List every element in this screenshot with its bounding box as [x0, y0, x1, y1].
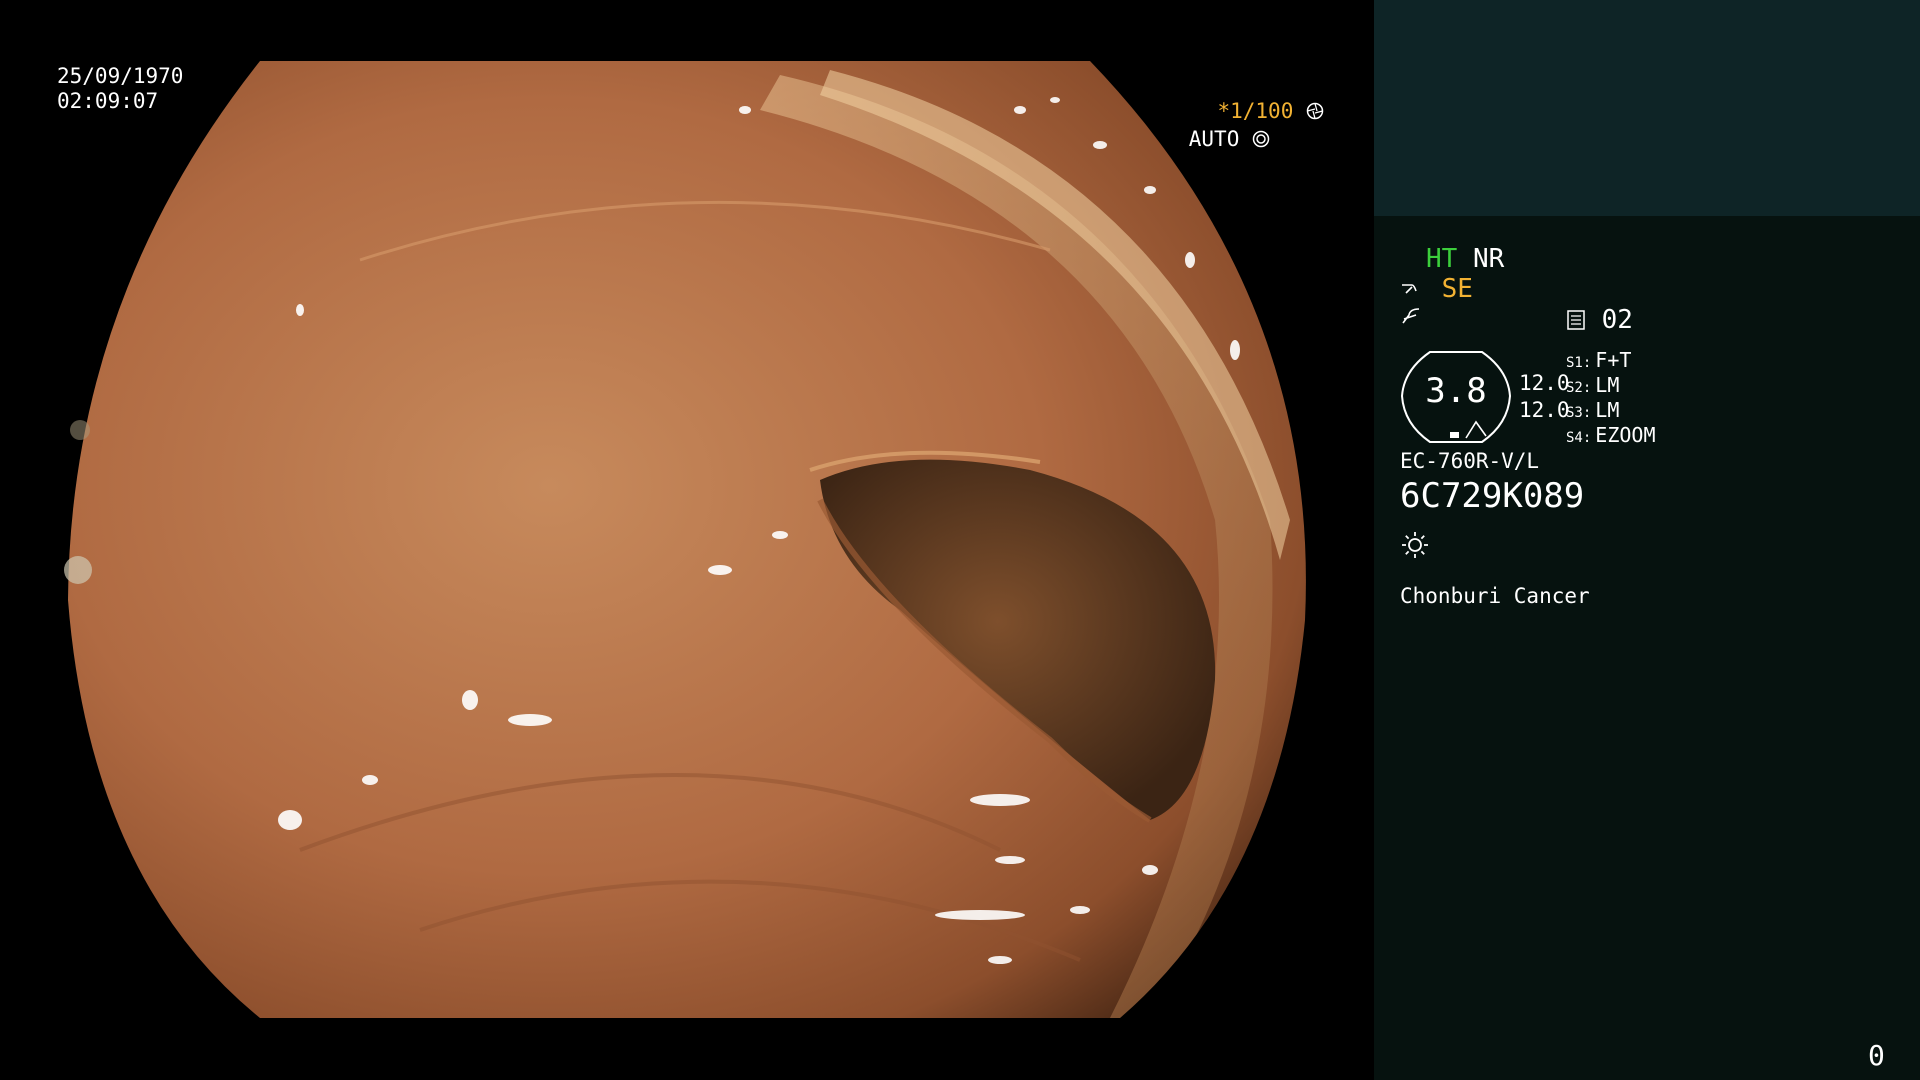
exam-date: 25/09/1970 — [57, 64, 184, 88]
zoom-value-2: 12.0 — [1519, 398, 1570, 422]
switch-1-value: F+T — [1595, 348, 1632, 372]
scope-serial: 6C729K089 — [1400, 476, 1585, 516]
nr-label: NR — [1472, 244, 1505, 274]
lens-flare-spot — [70, 420, 90, 440]
switch-4-label: S4: — [1566, 430, 1592, 446]
switch-3-value: LM — [1595, 398, 1620, 422]
endoscopic-image — [64, 61, 1306, 1018]
sun-icon — [1400, 530, 1430, 563]
ht-label: HT — [1426, 244, 1458, 274]
switch-4: S4: EZOOM — [1566, 425, 1656, 445]
iris-mode: AUTO — [1188, 127, 1240, 151]
endoscope-video-area: 25/09/1970 02:09:07 *1/100 AUTO — [0, 0, 1374, 1080]
enhancement-indicator: HT NR — [1426, 246, 1504, 272]
panel-header-area — [1374, 0, 1920, 216]
scope-model: EC-760R-V/L — [1400, 449, 1540, 473]
series-number: 02 — [1601, 305, 1633, 335]
patient-info: Chonburi Cancer — [1400, 584, 1590, 608]
shutter-speed-row: *1/100 — [54, 101, 1374, 122]
switch-1-label: S1: — [1566, 355, 1592, 371]
switch-3-label: S3: — [1566, 405, 1592, 421]
contrast-curve-icon — [1400, 305, 1424, 331]
switch-2: S2: LM — [1566, 375, 1619, 395]
image-series: 02 — [1566, 307, 1633, 333]
shutter-speed: *1/100 — [1217, 99, 1294, 123]
se-label: SE — [1441, 274, 1473, 304]
structure-enhancement: SE — [1400, 276, 1473, 302]
iris-icon — [1252, 127, 1270, 151]
scope-gauge: 3.8 — [1400, 350, 1512, 447]
switch-4-value: EZOOM — [1595, 423, 1656, 447]
iris-mode-row: AUTO — [0, 129, 1320, 150]
switch-1: S1: F+T — [1566, 350, 1631, 370]
brightness-curve-icon — [1400, 274, 1442, 304]
switch-2-value: LM — [1595, 373, 1620, 397]
frame-counter: 0 — [1868, 1039, 1885, 1072]
aperture-icon — [1306, 99, 1324, 123]
switch-3: S3: LM — [1566, 400, 1619, 420]
zoom-value-1: 12.0 — [1519, 371, 1570, 395]
scope-value: 3.8 — [1425, 371, 1487, 411]
memory-card-icon — [1566, 305, 1602, 335]
lens-flare-spot — [64, 556, 92, 584]
switch-2-label: S2: — [1566, 380, 1592, 396]
info-panel: HT NR SE 02 3.8 12.0 12.0 S1: F+T S2: LM… — [1374, 0, 1920, 1080]
